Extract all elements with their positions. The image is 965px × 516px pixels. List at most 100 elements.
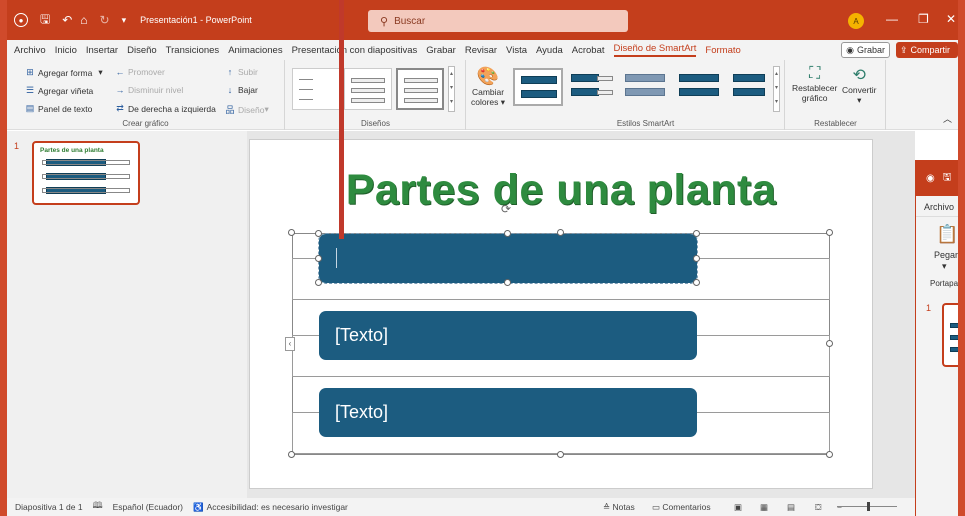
spellcheck-icon[interactable]: 🕮	[93, 500, 103, 514]
rotate-handle-icon[interactable]: ⟳	[501, 202, 511, 216]
frame-handle-bl[interactable]	[288, 451, 295, 458]
smartart-item-3-text[interactable]: [Texto]	[335, 402, 388, 423]
style-thumb-3[interactable]	[621, 68, 671, 106]
resize-handle-br[interactable]	[693, 279, 700, 286]
resize-handle-tl[interactable]	[315, 230, 322, 237]
resize-handle-bl[interactable]	[315, 279, 322, 286]
layout-thumb-1[interactable]	[292, 68, 340, 110]
add-shape-icon: ⊞	[26, 67, 34, 77]
layout-thumb-2[interactable]	[344, 68, 392, 110]
agregar-vineta-button[interactable]: ☰ Agregar viñeta	[25, 85, 93, 96]
smartart-item-3[interactable]: [Texto]	[319, 388, 697, 437]
close-icon[interactable]: ✕	[946, 12, 956, 26]
tab-grabar[interactable]: Grabar	[426, 45, 456, 56]
language-label[interactable]: Español (Ecuador)	[113, 502, 183, 512]
resize-handle-r[interactable]	[693, 255, 700, 262]
tab-transiciones[interactable]: Transiciones	[166, 45, 220, 56]
style-thumb-4[interactable]	[675, 68, 725, 106]
smartart-item-2-text[interactable]: [Texto]	[335, 325, 388, 346]
frame-handle-b[interactable]	[557, 451, 564, 458]
style-thumb-1[interactable]	[513, 68, 563, 106]
frame-handle-br[interactable]	[826, 451, 833, 458]
style-thumb-2[interactable]	[567, 68, 617, 106]
slide-sorter-icon[interactable]: ▦	[760, 502, 768, 513]
slide-thumbnail[interactable]: Partes de una planta	[32, 141, 140, 205]
clipboard-icon[interactable]: 📋	[936, 224, 958, 245]
notes-button[interactable]: ≙ Notas	[603, 502, 635, 513]
styles-scroll[interactable]: ▴ ▾ ▾	[773, 66, 780, 112]
resize-handle-t[interactable]	[504, 230, 511, 237]
tab-revisar[interactable]: Revisar	[465, 45, 497, 56]
tab-archivo[interactable]: Archivo	[14, 45, 46, 56]
tab-ayuda[interactable]: Ayuda	[536, 45, 563, 56]
save-icon[interactable]: 🖫	[40, 10, 50, 31]
zoom-slider-knob[interactable]	[867, 502, 870, 511]
restablecer-grafico-button[interactable]: ⛶ Restablecer gráfico	[792, 65, 837, 103]
diseno-button[interactable]: 品 Diseño ▾	[225, 103, 268, 116]
secondary-slide-thumbnail[interactable]	[942, 303, 965, 367]
search-placeholder: Buscar	[394, 15, 426, 27]
smartart-item-1[interactable]	[318, 233, 698, 284]
secondary-tab-archivo[interactable]: Archivo	[924, 202, 954, 212]
share-button[interactable]: ⇪ Compartir	[896, 42, 958, 58]
tab-inicio[interactable]: Inicio	[55, 45, 77, 56]
frame-handle-t[interactable]	[557, 229, 564, 236]
subir-button[interactable]: ↑ Subir	[225, 67, 258, 77]
convertir-button[interactable]: ⟲ Convertir ▾	[842, 65, 876, 106]
accessibility-label[interactable]: Accesibilidad: es necesario investigar	[207, 502, 348, 512]
zoom-out-icon[interactable]: −	[837, 502, 842, 512]
tab-diseno-smartart[interactable]: Diseño de SmartArt	[613, 43, 697, 57]
smartart-item-2[interactable]: [Texto]	[319, 311, 697, 360]
autosave-icon[interactable]: ◉	[926, 173, 935, 184]
text-pane-toggle-icon[interactable]: ‹	[285, 337, 295, 351]
layout-thumb-3-selected[interactable]	[396, 68, 444, 110]
reset-graphic-icon: ⛶	[809, 65, 821, 82]
undo-icon[interactable]: ↶	[62, 13, 72, 27]
tab-diseno[interactable]: Diseño	[127, 45, 157, 56]
panel-texto-button[interactable]: ▤ Panel de texto	[25, 103, 93, 114]
disminuir-nivel-button[interactable]: → Disminuir nivel	[115, 85, 184, 95]
pegar-label[interactable]: Pegar	[934, 250, 958, 260]
restore-icon[interactable]: ❐	[918, 12, 929, 26]
grabar-button[interactable]: ◉ Grabar	[841, 42, 890, 58]
avatar[interactable]: A	[848, 13, 864, 29]
resize-handle-l[interactable]	[315, 255, 322, 262]
frame-handle-tr[interactable]	[826, 229, 833, 236]
frame-handle-tl[interactable]	[288, 229, 295, 236]
tab-vista[interactable]: Vista	[506, 45, 527, 56]
search-box[interactable]: ⚲ Buscar	[368, 10, 628, 32]
minimize-icon[interactable]: —	[886, 12, 898, 26]
style-thumb-5[interactable]	[729, 68, 769, 106]
tab-acrobat[interactable]: Acrobat	[572, 45, 605, 56]
save-icon[interactable]: 🖫	[943, 170, 952, 187]
resize-handle-tr[interactable]	[693, 230, 700, 237]
frame-handle-r[interactable]	[826, 340, 833, 347]
autosave-icon[interactable]: ●	[14, 13, 28, 27]
tab-insertar[interactable]: Insertar	[86, 45, 118, 56]
tab-presentacion[interactable]: Presentación con diapositivas	[292, 45, 418, 56]
layouts-scroll[interactable]: ▴ ▾ ▾	[448, 66, 455, 112]
bullet-list-icon: ☰	[25, 85, 35, 95]
swap-direction-icon: ⇄	[116, 103, 124, 113]
promover-button[interactable]: ← Promover	[115, 67, 165, 77]
reading-view-icon[interactable]: ▤	[787, 502, 795, 513]
redo-icon[interactable]: ↻	[100, 13, 110, 27]
normal-view-icon[interactable]: ▣	[734, 502, 742, 513]
bajar-button[interactable]: ↓ Bajar	[225, 85, 258, 95]
accessibility-icon[interactable]: ♿	[193, 502, 204, 513]
resize-handle-b[interactable]	[504, 279, 511, 286]
search-icon: ⚲	[380, 15, 389, 28]
present-icon[interactable]: ⌂	[80, 13, 87, 27]
restablecer-group-label: Restablecer	[814, 119, 857, 128]
comments-button[interactable]: ▭ Comentarios	[652, 502, 711, 513]
collapse-ribbon-icon[interactable]: ︿	[943, 112, 952, 125]
record-icon: ◉	[846, 44, 854, 55]
customize-toolbar-icon[interactable]: ▾	[122, 15, 127, 26]
tab-formato[interactable]: Formato	[705, 45, 740, 56]
cambiar-colores-button[interactable]: 🎨 Cambiar colores ▾	[471, 66, 505, 108]
agregar-forma-button[interactable]: ⊞ Agregar forma ▾	[25, 67, 102, 78]
slideshow-icon[interactable]: ⛋	[815, 502, 821, 513]
derecha-izquierda-button[interactable]: ⇄ De derecha a izquierda	[115, 103, 216, 114]
tab-animaciones[interactable]: Animaciones	[228, 45, 282, 56]
chevron-down-icon: ▾	[857, 95, 862, 105]
